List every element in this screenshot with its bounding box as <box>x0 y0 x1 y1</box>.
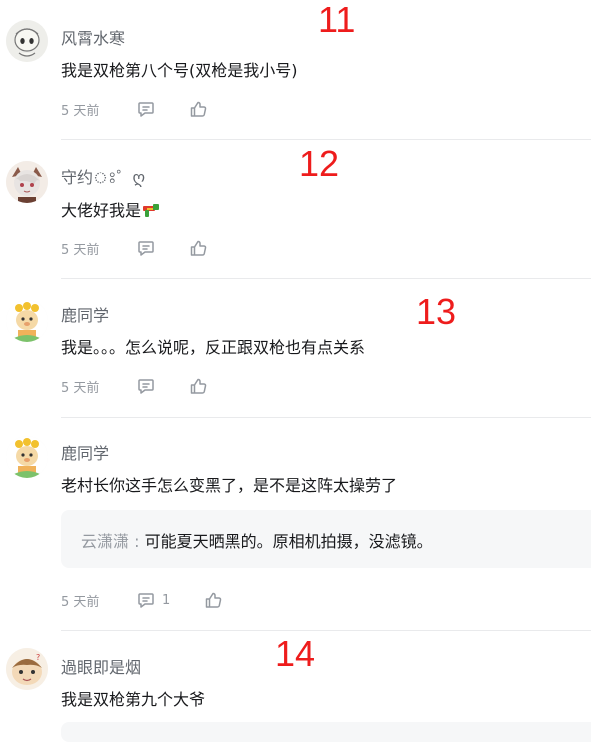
reply-line: 云潇潇 : 可能夏天晒黑的。原相机拍摄，没滤镜。 <box>81 528 433 552</box>
comment-meta: 5 天前 <box>61 376 241 396</box>
comment-bubble-icon <box>138 593 154 608</box>
avatar[interactable]: ? <box>6 648 48 690</box>
timestamp: 5 天前 <box>61 594 100 610</box>
reply-username[interactable]: 云潇潇 <box>81 532 129 551</box>
comment-text-content: 大佬好我是 <box>61 201 142 220</box>
avatar[interactable] <box>6 20 48 62</box>
comment-item: 鹿同学 我是。。。怎么说呢，反正跟双枪也有点关系 5 天前 <box>0 280 591 418</box>
avatar-image <box>6 20 48 62</box>
comment-bubble-icon <box>138 241 154 256</box>
comment-meta: 5 天前 <box>61 238 241 258</box>
comment-meta: 5 天前 <box>61 99 241 119</box>
thumbs-up-icon <box>190 240 207 256</box>
comment-item: 风霄水寒 我是双枪第八个号(双枪是我小号) 5 天前 <box>0 0 591 140</box>
reply-preview-box[interactable]: 云潇潇 : 可能夏天晒黑的。原相机拍摄，没滤镜。 <box>61 510 591 568</box>
comment-bubble-icon <box>138 379 154 394</box>
annotation-number: 12 <box>299 143 340 184</box>
reply-count: 1 <box>162 592 171 608</box>
reply-separator: : <box>129 532 145 551</box>
avatar[interactable] <box>6 436 48 478</box>
annotation-number: 13 <box>416 291 457 332</box>
reply-preview-box[interactable] <box>61 722 591 742</box>
username[interactable]: 過眼即是烟 <box>61 654 141 678</box>
timestamp: 5 天前 <box>61 242 100 258</box>
annotation-number: 14 <box>275 633 316 674</box>
thumbs-up-icon <box>206 592 222 608</box>
like-button[interactable] <box>189 377 207 395</box>
avatar-image <box>6 161 48 203</box>
comment-text: 老村长你这手怎么变黑了，是不是这阵太操劳了 <box>61 476 398 495</box>
username[interactable]: 守约ঃ゜ღ <box>61 164 145 192</box>
username[interactable]: 风霄水寒 <box>61 25 125 49</box>
svg-text:?: ? <box>36 653 40 662</box>
username[interactable]: 鹿同学 <box>61 440 109 464</box>
comment-item: 守约ঃ゜ღ 大佬好我是 5 天前 <box>0 140 591 280</box>
avatar-image: ? <box>6 648 48 690</box>
comment-text: 我是双枪第八个号(双枪是我小号) <box>61 61 298 80</box>
comment-text: 我是双枪第九个大爷 <box>61 690 206 709</box>
reply-button[interactable] <box>137 239 155 257</box>
like-button[interactable] <box>189 100 207 118</box>
gun-emoji-icon <box>143 204 160 217</box>
reply-button[interactable] <box>137 100 155 118</box>
comment-meta: 5 天前 1 <box>61 590 256 610</box>
avatar-image <box>6 300 48 342</box>
thumbs-up-icon <box>190 101 207 117</box>
like-button[interactable] <box>189 239 207 257</box>
comment-text: 大佬好我是 <box>61 197 161 221</box>
avatar[interactable] <box>6 161 48 203</box>
username[interactable]: 鹿同学 <box>61 302 109 326</box>
reply-button[interactable] <box>137 377 155 395</box>
comment-item: 鹿同学 老村长你这手怎么变黑了，是不是这阵太操劳了 云潇潇 : 可能夏天晒黑的。… <box>0 418 591 631</box>
thumbs-up-icon <box>190 378 207 394</box>
avatar-image <box>6 436 48 478</box>
timestamp: 5 天前 <box>61 380 100 396</box>
like-button[interactable] <box>204 591 222 609</box>
avatar[interactable] <box>6 300 48 342</box>
annotation-number: 11 <box>318 0 356 40</box>
comment-bubble-icon <box>138 102 154 117</box>
divider <box>61 278 591 279</box>
timestamp: 5 天前 <box>61 103 100 119</box>
reply-text: 可能夏天晒黑的。原相机拍摄，没滤镜。 <box>144 532 433 551</box>
comment-text: 我是。。。怎么说呢，反正跟双枪也有点关系 <box>61 338 366 357</box>
reply-button[interactable]: 1 <box>137 591 170 609</box>
